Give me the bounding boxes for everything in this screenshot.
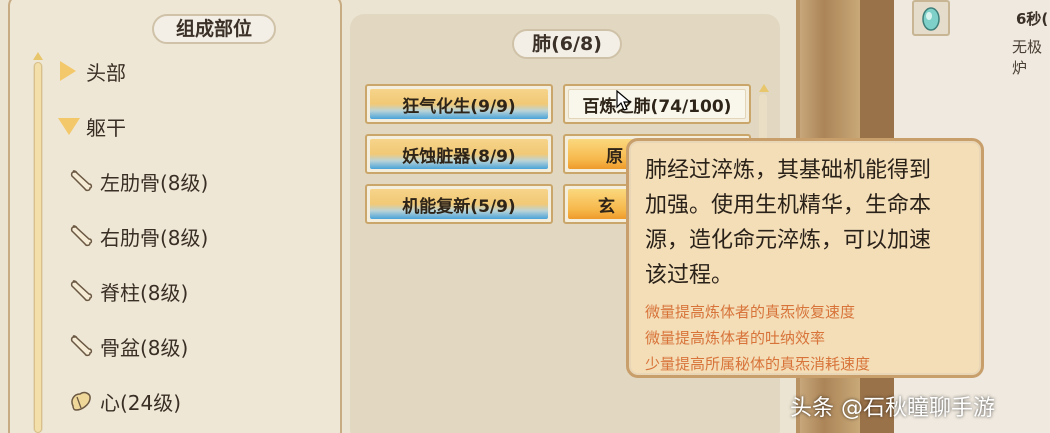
skill-tooltip: 肺经过淬炼，其基础机能得到 加强。使用生机精华，生命本 源，造化命元淬炼，可以加…: [626, 138, 984, 378]
tooltip-description-line: 加强。使用生机精华，生命本: [645, 193, 932, 218]
tree-item-label: 躯干: [86, 115, 126, 140]
skill-button-label: 机能复新(5/9): [370, 189, 548, 219]
organ-panel-title: 肺(6/8): [512, 29, 622, 59]
tree-item-head[interactable]: 头部: [58, 56, 126, 86]
bone-icon: [70, 170, 93, 192]
bone-icon: [70, 335, 93, 357]
tree-item-label: 右肋骨(8级): [100, 225, 209, 250]
expand-right-triangle-icon: [60, 61, 76, 81]
parts-scroll-thumb[interactable]: [34, 62, 42, 433]
tree-item-torso[interactable]: 躯干: [58, 111, 126, 141]
skill-button-label: 狂气化生(9/9): [370, 89, 548, 119]
mouse-cursor-icon: [616, 90, 632, 111]
tree-item-label: 左肋骨(8级): [100, 170, 209, 195]
tree-item-label: 骨盆(8级): [100, 335, 189, 360]
tree-item-label: 心(24级): [100, 390, 182, 415]
skill-button-bailian[interactable]: 百炼之肺(74/100): [563, 84, 751, 124]
tooltip-description-line: 源，造化命元淬炼，可以加速: [645, 228, 932, 253]
tooltip-effect-line: 微量提高炼体者的真炁恢复速度: [645, 303, 856, 321]
tooltip-effect-line: 微量提高炼体者的吐纳效率: [645, 329, 826, 347]
skill-scroll-up-arrow-icon[interactable]: [759, 84, 769, 92]
potion-slot[interactable]: [912, 0, 950, 36]
side-timer: 6秒(: [1016, 10, 1049, 28]
watermark-text: 头条 @石秋瞳聊手游: [790, 396, 995, 421]
potion-icon: [922, 7, 940, 31]
tooltip-effect-line: 少量提高所属秘体的真炁消耗速度: [645, 355, 871, 373]
side-label: 无极炉: [1012, 38, 1043, 77]
tree-item-label: 头部: [86, 60, 126, 85]
tree-item-heart[interactable]: 心(24级): [68, 386, 181, 416]
tree-item-right-rib[interactable]: 右肋骨(8级): [68, 221, 208, 251]
heart-organ-icon: [71, 391, 91, 411]
tooltip-description-line: 肺经过淬炼，其基础机能得到: [645, 158, 932, 183]
skill-button-label: 百炼之肺(74/100): [568, 89, 746, 119]
tree-item-spine[interactable]: 脊柱(8级): [68, 276, 188, 306]
skill-button-jineng[interactable]: 机能复新(5/9): [365, 184, 553, 224]
bone-icon: [70, 225, 93, 247]
bone-icon: [70, 280, 93, 302]
tree-item-pelvis[interactable]: 骨盆(8级): [68, 331, 188, 361]
scroll-up-arrow-icon[interactable]: [33, 52, 43, 60]
tree-item-label: 脊柱(8级): [100, 280, 189, 305]
skill-button-label: 妖蚀脏器(8/9): [370, 139, 548, 169]
tooltip-description-line: 该过程。: [645, 263, 734, 288]
collapse-down-triangle-icon: [58, 117, 80, 135]
skill-button-yaoshi[interactable]: 妖蚀脏器(8/9): [365, 134, 553, 174]
parts-panel-title: 组成部位: [152, 14, 276, 44]
skill-button-kuangqi[interactable]: 狂气化生(9/9): [365, 84, 553, 124]
tree-item-left-rib[interactable]: 左肋骨(8级): [68, 166, 208, 196]
parts-scrollbar[interactable]: [33, 62, 43, 433]
